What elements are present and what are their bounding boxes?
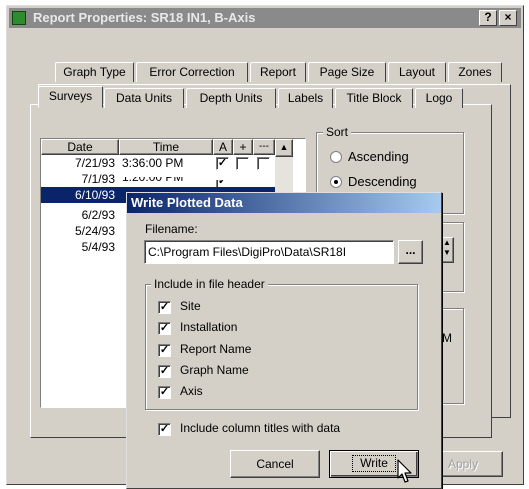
column-header-a[interactable]: A — [213, 139, 233, 155]
column-titles-label: Include column titles with data — [180, 421, 341, 435]
scroll-up-arrow-icon[interactable]: ▲ — [275, 139, 293, 157]
report-name-checkbox[interactable]: ✓ — [158, 344, 171, 357]
surveys-list-header: Date Time A + --- — [41, 139, 307, 155]
row-time: 3:36:00 PM — [122, 156, 184, 170]
row-date: 7/1/93 — [81, 172, 115, 186]
dialog-title: Write Plotted Data — [131, 195, 243, 210]
cancel-button[interactable]: Cancel — [230, 450, 320, 478]
report-name-label: Report Name — [180, 342, 252, 356]
close-button[interactable]: × — [499, 10, 517, 26]
app-icon — [12, 11, 26, 25]
row-date: 5/24/93 — [74, 224, 115, 238]
tab-error-correction[interactable]: Error Correction — [136, 62, 248, 82]
filename-value: C:\Program Files\DigiPro\Data\SR18I — [148, 245, 347, 259]
tab-report[interactable]: Report — [250, 62, 306, 82]
dialog-title-bar[interactable]: Write Plotted Data — [127, 193, 441, 213]
tab-graph-type[interactable]: Graph Type — [55, 62, 134, 82]
ascending-radio[interactable] — [330, 151, 342, 163]
column-header-date[interactable]: Date — [41, 139, 119, 155]
row-dash-checkbox[interactable] — [257, 157, 270, 170]
tab-depth-units[interactable]: Depth Units — [186, 88, 276, 108]
column-header-dash[interactable]: --- — [253, 139, 275, 155]
site-label: Site — [180, 299, 201, 313]
title-bar[interactable]: Report Properties: SR18 IN1, B-Axis ? × — [9, 8, 521, 28]
table-row[interactable]: 7/21/93 3:36:00 PM ✓ — [41, 155, 275, 171]
tab-surveys[interactable]: Surveys — [38, 86, 103, 108]
tab-page-size[interactable]: Page Size — [308, 62, 386, 82]
filename-label: Filename: — [145, 222, 198, 236]
installation-checkbox[interactable]: ✓ — [158, 322, 171, 335]
column-titles-checkbox[interactable]: ✓ — [158, 423, 171, 436]
row-date: 6/2/93 — [81, 208, 115, 222]
partial-groupbox-2 — [440, 308, 464, 404]
ascending-label: Ascending — [348, 149, 409, 164]
descending-label: Descending — [348, 174, 417, 189]
write-focus-rect — [352, 455, 396, 472]
row-date: 7/21/93 — [74, 156, 115, 170]
axis-label: Axis — [180, 384, 203, 398]
table-row[interactable]: 7/1/93 1:20:00 PM ✓ — [41, 170, 275, 188]
site-checkbox[interactable]: ✓ — [158, 301, 171, 314]
installation-label: Installation — [180, 320, 238, 334]
column-header-time[interactable]: Time — [119, 139, 213, 155]
tab-logo[interactable]: Logo — [415, 88, 463, 108]
row-date: 5/4/93 — [81, 240, 115, 254]
filename-input[interactable]: C:\Program Files\DigiPro\Data\SR18I — [144, 240, 394, 264]
graph-name-label: Graph Name — [180, 363, 249, 377]
file-header-group-label: Include in file header — [151, 277, 268, 291]
help-button[interactable]: ? — [479, 10, 497, 26]
partial-label: M — [442, 331, 452, 345]
row-a-checkbox[interactable]: ✓ — [216, 157, 229, 170]
axis-checkbox[interactable]: ✓ — [158, 386, 171, 399]
row-plus-checkbox[interactable] — [236, 157, 249, 170]
row-date: 6/10/93 — [74, 188, 115, 202]
tab-zones[interactable]: Zones — [448, 62, 502, 82]
browse-button[interactable]: ... — [398, 240, 423, 264]
spinner-arrows-icon[interactable]: ▲ ▼ — [440, 237, 454, 263]
mouse-cursor-icon — [397, 459, 412, 483]
row-time: 1:20:00 PM — [122, 170, 184, 184]
tab-labels[interactable]: Labels — [278, 88, 333, 108]
sort-group-label: Sort — [323, 125, 352, 139]
window-title: Report Properties: SR18 IN1, B-Axis — [33, 10, 256, 25]
column-header-plus[interactable]: + — [233, 139, 253, 155]
tab-layout[interactable]: Layout — [388, 62, 446, 82]
tab-data-units[interactable]: Data Units — [104, 88, 184, 108]
descending-radio[interactable] — [330, 176, 342, 188]
graph-name-checkbox[interactable]: ✓ — [158, 365, 171, 378]
tab-title-block[interactable]: Title Block — [335, 88, 413, 108]
